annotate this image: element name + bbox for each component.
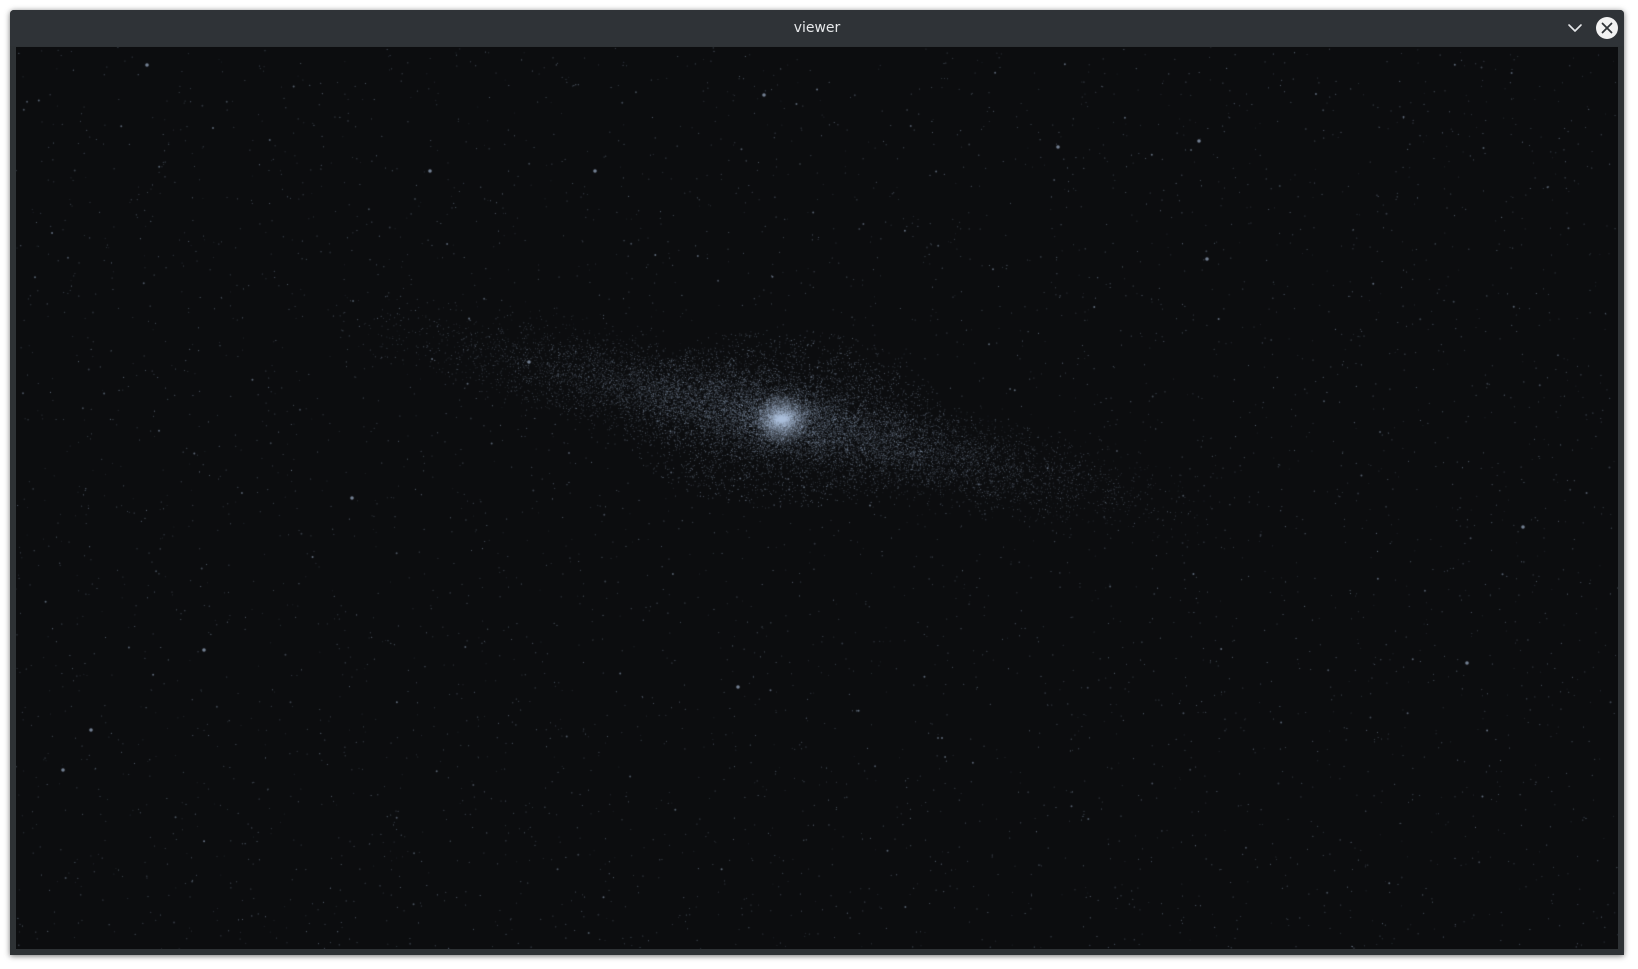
render-viewport[interactable]: [16, 47, 1618, 949]
starfield-canvas[interactable]: [16, 47, 1618, 949]
window-title: viewer: [793, 20, 841, 36]
title-bar[interactable]: viewer: [10, 10, 1624, 46]
close-icon: [1597, 18, 1617, 38]
close-button[interactable]: [1596, 17, 1618, 39]
minimize-button[interactable]: [1565, 18, 1585, 38]
chevron-down-icon: [1568, 24, 1582, 32]
viewer-window: viewer: [10, 10, 1624, 955]
